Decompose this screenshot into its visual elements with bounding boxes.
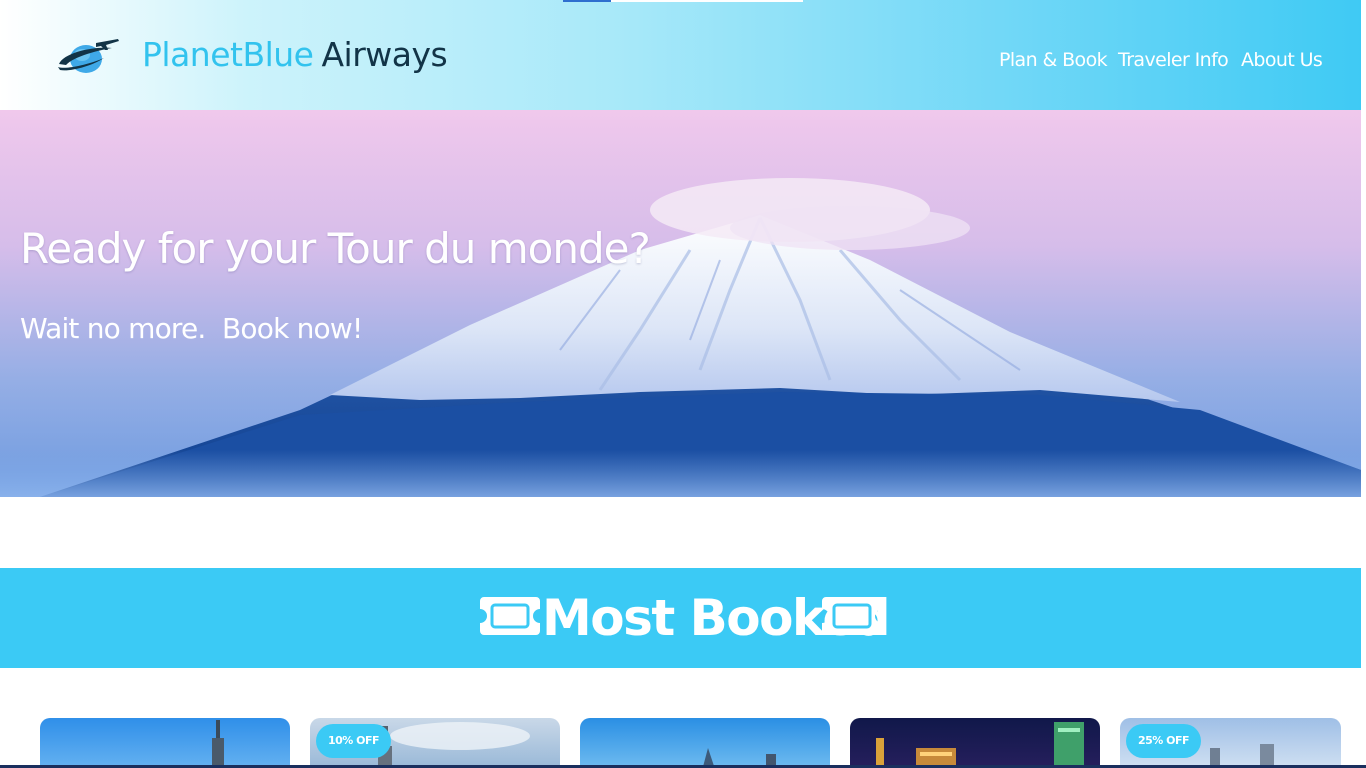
scroll-indicator	[563, 0, 611, 2]
destination-card[interactable]	[40, 718, 290, 768]
scroll-indicator-track	[611, 0, 803, 2]
destination-image	[580, 718, 830, 768]
planet-plane-icon[interactable]	[56, 34, 122, 76]
hero-title: Ready for your Tour du monde?	[20, 224, 651, 273]
brand-name[interactable]: PlanetBlue Airways	[142, 33, 448, 77]
brand-name-part2: Airways	[321, 35, 448, 74]
page: PlanetBlue Airways Plan & Book Traveler I…	[0, 0, 1366, 768]
destination-image	[40, 718, 290, 768]
destination-card[interactable]	[850, 718, 1100, 768]
site-header: PlanetBlue Airways Plan & Book Traveler I…	[0, 0, 1361, 110]
most-booked-title: Most Booked	[542, 589, 891, 647]
destination-card[interactable]: 10% OFF	[310, 718, 560, 768]
ticket-icon	[480, 597, 540, 635]
nav-item-traveler-info[interactable]: Traveler Info	[1118, 46, 1229, 74]
book-now-link[interactable]: Book now!	[222, 310, 363, 348]
nav-item-plan-book[interactable]: Plan & Book	[999, 46, 1108, 74]
hero-banner: Ready for your Tour du monde? Wait no mo…	[0, 110, 1361, 497]
destination-image	[850, 718, 1100, 768]
ticket-icon	[822, 597, 882, 635]
discount-badge: 25% OFF	[1126, 724, 1202, 758]
discount-badge: 10% OFF	[316, 724, 392, 758]
most-booked-band: Most Booked	[0, 568, 1361, 668]
destination-card[interactable]: 25% OFF	[1120, 718, 1341, 768]
hero-mountain-image	[0, 110, 1361, 497]
destination-card[interactable]	[580, 718, 830, 768]
brand-name-part1: PlanetBlue	[142, 35, 314, 74]
most-booked-heading: Most Booked	[478, 586, 891, 650]
hero-subtitle: Wait no more.	[20, 312, 206, 345]
nav-item-about-us[interactable]: About Us	[1241, 46, 1323, 74]
